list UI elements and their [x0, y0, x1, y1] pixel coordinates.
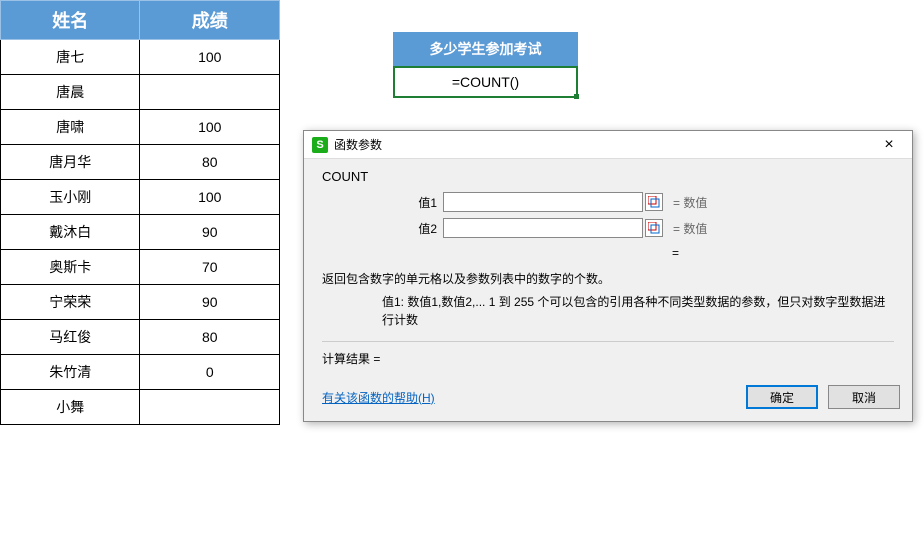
table-row[interactable]: 唐七100	[1, 40, 280, 75]
table-row[interactable]: 朱竹清0	[1, 355, 280, 390]
dialog-title: 函数参数	[334, 136, 874, 153]
argument-description: 值1: 数值1,数值2,... 1 到 255 个可以包含的引用各种不同类型数据…	[322, 293, 894, 329]
argument-row: 值1 = 数值	[322, 192, 894, 212]
dialog-titlebar[interactable]: S 函数参数 ×	[304, 131, 912, 159]
cell-name[interactable]: 朱竹清	[1, 355, 140, 390]
cell-score[interactable]: 80	[140, 145, 280, 180]
argument-label: 值2	[402, 220, 437, 237]
student-table: 姓名 成绩 唐七100唐晨唐啸100唐月华80玉小刚100戴沐白90奥斯卡70宁…	[0, 0, 280, 425]
cell-name[interactable]: 唐晨	[1, 75, 140, 110]
cell-score[interactable]: 70	[140, 250, 280, 285]
cell-name[interactable]: 玉小刚	[1, 180, 140, 215]
function-name: COUNT	[322, 169, 894, 184]
header-name: 姓名	[1, 1, 140, 40]
cell-name[interactable]: 唐啸	[1, 110, 140, 145]
table-row[interactable]: 马红俊80	[1, 320, 280, 355]
argument-label: 值1	[402, 194, 437, 211]
cell-name[interactable]: 奥斯卡	[1, 250, 140, 285]
cell-score[interactable]: 80	[140, 320, 280, 355]
help-link[interactable]: 有关该函数的帮助(H)	[322, 389, 736, 406]
cell-score[interactable]: 100	[140, 40, 280, 75]
cell-score[interactable]: 100	[140, 110, 280, 145]
table-row[interactable]: 奥斯卡70	[1, 250, 280, 285]
cell-name[interactable]: 宁荣荣	[1, 285, 140, 320]
cancel-button[interactable]: 取消	[828, 385, 900, 409]
table-row[interactable]: 唐啸100	[1, 110, 280, 145]
table-row[interactable]: 玉小刚100	[1, 180, 280, 215]
function-description: 返回包含数字的单元格以及参数列表中的数字的个数。	[322, 270, 894, 287]
cell-name[interactable]: 小舞	[1, 390, 140, 425]
formula-cell[interactable]: =COUNT()	[393, 66, 578, 98]
close-icon[interactable]: ×	[874, 136, 904, 154]
table-row[interactable]: 唐月华80	[1, 145, 280, 180]
function-arguments-dialog: S 函数参数 × COUNT 值1= 数值值2= 数值 = 返回包含数字的单元格…	[303, 130, 913, 422]
range-picker-icon[interactable]	[645, 219, 663, 237]
argument-hint: = 数值	[673, 194, 707, 211]
range-picker-icon[interactable]	[645, 193, 663, 211]
cell-score[interactable]	[140, 75, 280, 110]
table-row[interactable]: 宁荣荣90	[1, 285, 280, 320]
cell-score[interactable]: 100	[140, 180, 280, 215]
argument-input[interactable]	[443, 218, 643, 238]
formula-header: 多少学生参加考试	[393, 32, 578, 66]
argument-hint: = 数值	[673, 220, 707, 237]
cell-score[interactable]: 90	[140, 285, 280, 320]
cell-name[interactable]: 戴沐白	[1, 215, 140, 250]
cell-name[interactable]: 唐七	[1, 40, 140, 75]
result-equals: =	[322, 246, 894, 260]
cell-score[interactable]: 90	[140, 215, 280, 250]
app-icon: S	[312, 137, 328, 153]
cell-score[interactable]	[140, 390, 280, 425]
ok-button[interactable]: 确定	[746, 385, 818, 409]
table-row[interactable]: 唐晨	[1, 75, 280, 110]
calc-result: 计算结果 =	[322, 341, 894, 367]
cell-score[interactable]: 0	[140, 355, 280, 390]
argument-row: 值2 = 数值	[322, 218, 894, 238]
formula-box: 多少学生参加考试 =COUNT()	[393, 32, 578, 98]
table-row[interactable]: 小舞	[1, 390, 280, 425]
argument-input[interactable]	[443, 192, 643, 212]
cell-name[interactable]: 马红俊	[1, 320, 140, 355]
cell-name[interactable]: 唐月华	[1, 145, 140, 180]
header-score: 成绩	[140, 1, 280, 40]
table-row[interactable]: 戴沐白90	[1, 215, 280, 250]
